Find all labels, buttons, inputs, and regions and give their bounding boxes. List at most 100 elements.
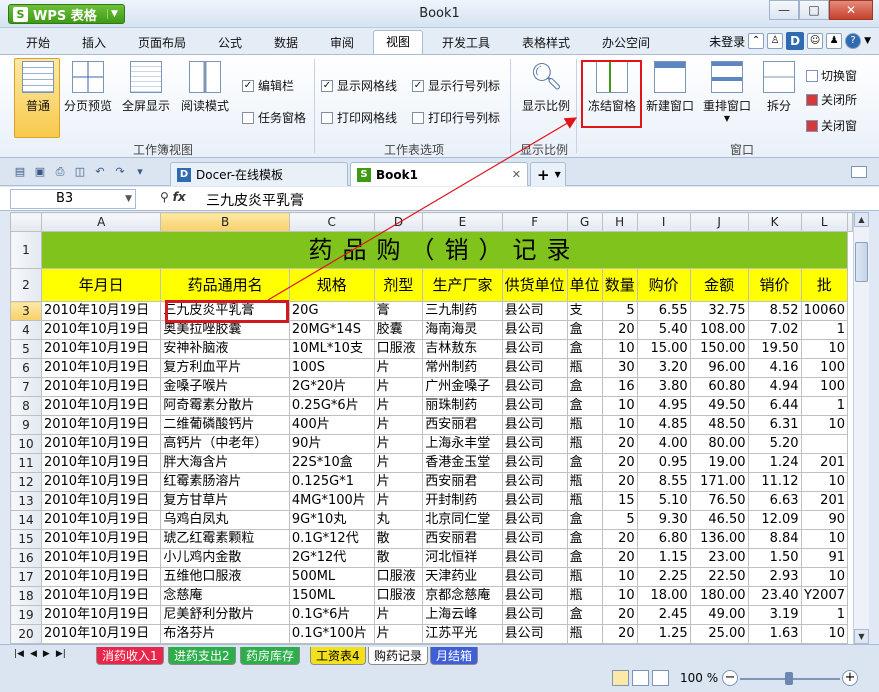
table-cell[interactable]: 6.44 xyxy=(747,396,802,416)
table-cell[interactable]: 三九制药 xyxy=(422,301,503,321)
table-cell[interactable]: 瓶 xyxy=(566,415,603,435)
table-cell[interactable]: 4.16 xyxy=(747,358,802,378)
reading-view-icon[interactable] xyxy=(652,670,669,686)
table-cell[interactable]: 片 xyxy=(373,377,424,397)
table-cell[interactable]: 二维葡磷酸钙片 xyxy=(160,415,290,435)
table-cell[interactable]: 高钙片（中老年） xyxy=(160,434,290,454)
table-cell[interactable]: 2G*12代 xyxy=(288,548,375,568)
header-cell[interactable]: 药品通用名 xyxy=(160,268,290,302)
close-button[interactable]: ✕ xyxy=(829,0,873,20)
row-header[interactable]: 10 xyxy=(10,434,42,454)
header-cell[interactable]: 数量 xyxy=(601,268,638,302)
tab-review[interactable]: 审阅 xyxy=(330,34,354,51)
edit-bar-checkbox[interactable]: ✓ 编辑栏 xyxy=(242,77,294,94)
maximize-button[interactable]: □ xyxy=(799,0,829,20)
page-break-view-icon[interactable] xyxy=(632,670,649,686)
table-cell[interactable]: 0.1G*100片 xyxy=(288,624,375,644)
table-cell[interactable]: 100S xyxy=(288,358,375,378)
table-cell[interactable]: 盒 xyxy=(566,548,603,568)
row-header[interactable]: 3 xyxy=(10,301,42,321)
close-window-button[interactable]: 关闭窗 xyxy=(806,117,857,134)
table-cell[interactable]: 口服液 xyxy=(373,567,424,587)
table-cell[interactable]: 6.80 xyxy=(636,529,691,549)
table-cell[interactable]: 片 xyxy=(373,396,424,416)
table-cell[interactable]: 2010年10月19日 xyxy=(40,396,162,416)
header-cell[interactable]: 销价 xyxy=(747,268,802,302)
table-cell[interactable]: 180.00 xyxy=(689,586,749,606)
table-cell[interactable]: 上海云峰 xyxy=(422,605,503,625)
table-cell[interactable]: 小儿鸡内金散 xyxy=(160,548,290,568)
skin-icon[interactable]: ♙ xyxy=(767,33,784,49)
table-cell[interactable]: 150ML xyxy=(288,586,375,606)
table-cell[interactable]: 口服液 xyxy=(373,586,424,606)
zoom-out-icon[interactable]: − xyxy=(722,670,738,686)
table-cell[interactable]: 盒 xyxy=(566,320,603,340)
table-cell[interactable]: 4.94 xyxy=(747,377,802,397)
undo-icon[interactable]: ↶ xyxy=(92,164,108,180)
table-cell[interactable]: 红霉素肠溶片 xyxy=(160,472,290,492)
table-cell[interactable]: 8.52 xyxy=(747,301,802,321)
table-cell[interactable]: 盒 xyxy=(566,453,603,473)
table-cell[interactable]: 20 xyxy=(601,472,638,492)
table-cell[interactable]: 胖大海含片 xyxy=(160,453,290,473)
table-cell[interactable]: 10060 xyxy=(800,301,849,321)
column-header[interactable]: L xyxy=(800,212,849,232)
table-cell[interactable]: 4MG*100片 xyxy=(288,491,375,511)
table-cell[interactable]: 县公司 xyxy=(501,472,568,492)
arrange-windows-button[interactable]: 重排窗口 ▼ xyxy=(700,61,754,123)
open-icon[interactable]: ▤ xyxy=(12,164,28,180)
table-cell[interactable]: 金嗓子喉片 xyxy=(160,377,290,397)
table-cell[interactable]: 8.55 xyxy=(636,472,691,492)
show-headings-checkbox[interactable]: ✓ 显示行号列标 xyxy=(412,77,500,94)
table-cell[interactable]: 7.02 xyxy=(747,320,802,340)
reading-mode-button[interactable]: 阅读模式 xyxy=(178,61,232,114)
table-cell[interactable]: 23.40 xyxy=(747,586,802,606)
table-cell[interactable]: 尼美舒利分散片 xyxy=(160,605,290,625)
table-cell[interactable] xyxy=(800,434,849,454)
column-header[interactable]: H xyxy=(601,212,638,232)
table-cell[interactable]: 1.63 xyxy=(747,624,802,644)
table-cell[interactable]: 县公司 xyxy=(501,453,568,473)
formula-input[interactable]: 三九皮炎平乳膏 xyxy=(206,190,304,210)
table-cell[interactable]: 10 xyxy=(800,472,849,492)
table-cell[interactable]: 瓶 xyxy=(566,358,603,378)
table-cell[interactable]: 安神补脑液 xyxy=(160,339,290,359)
table-cell[interactable]: 1.25 xyxy=(636,624,691,644)
row-header[interactable]: 19 xyxy=(10,605,42,625)
table-cell[interactable]: 5.10 xyxy=(636,491,691,511)
table-cell[interactable]: 2.93 xyxy=(747,567,802,587)
column-header[interactable]: G xyxy=(566,212,603,232)
split-button[interactable]: 拆分 xyxy=(760,61,798,114)
table-cell[interactable]: 0.1G*6片 xyxy=(288,605,375,625)
help-dropdown-icon[interactable]: ▼ xyxy=(864,36,871,46)
table-cell[interactable]: 西安丽君 xyxy=(422,472,503,492)
table-cell[interactable]: 河北恒祥 xyxy=(422,548,503,568)
row-header[interactable]: 13 xyxy=(10,491,42,511)
table-cell[interactable]: 20 xyxy=(601,624,638,644)
table-cell[interactable]: 400片 xyxy=(288,415,375,435)
table-cell[interactable]: 10 xyxy=(601,586,638,606)
table-cell[interactable]: 片 xyxy=(373,605,424,625)
table-cell[interactable]: 天津药业 xyxy=(422,567,503,587)
table-cell[interactable]: 2010年10月19日 xyxy=(40,415,162,435)
header-cell[interactable]: 供货单位 xyxy=(501,268,568,302)
sheet-title-cell[interactable]: 药品购（销）记录 xyxy=(40,231,849,269)
table-cell[interactable]: 100 xyxy=(800,377,849,397)
table-cell[interactable]: 4.95 xyxy=(636,396,691,416)
tab-office-space[interactable]: 办公空间 xyxy=(602,34,650,51)
print-icon[interactable]: ⎙ xyxy=(52,164,68,180)
table-cell[interactable]: 20 xyxy=(601,605,638,625)
table-cell[interactable]: 60.80 xyxy=(689,377,749,397)
column-header[interactable]: D xyxy=(373,212,424,232)
full-screen-button[interactable]: 全屏显示 xyxy=(120,61,172,114)
table-cell[interactable]: 91 xyxy=(800,548,849,568)
doc-tab-docer[interactable]: D Docer-在线模板 xyxy=(170,162,348,186)
sheet-tab[interactable]: 购药记录 xyxy=(368,647,429,665)
table-cell[interactable]: 8.84 xyxy=(747,529,802,549)
save-icon[interactable]: ▣ xyxy=(32,164,48,180)
table-cell[interactable]: 片 xyxy=(373,415,424,435)
table-cell[interactable]: 20MG*14S xyxy=(288,320,375,340)
table-cell[interactable]: 县公司 xyxy=(501,491,568,511)
zoom-button[interactable]: 🔍︎ 显示比例 xyxy=(518,61,574,114)
row-header[interactable]: 6 xyxy=(10,358,42,378)
